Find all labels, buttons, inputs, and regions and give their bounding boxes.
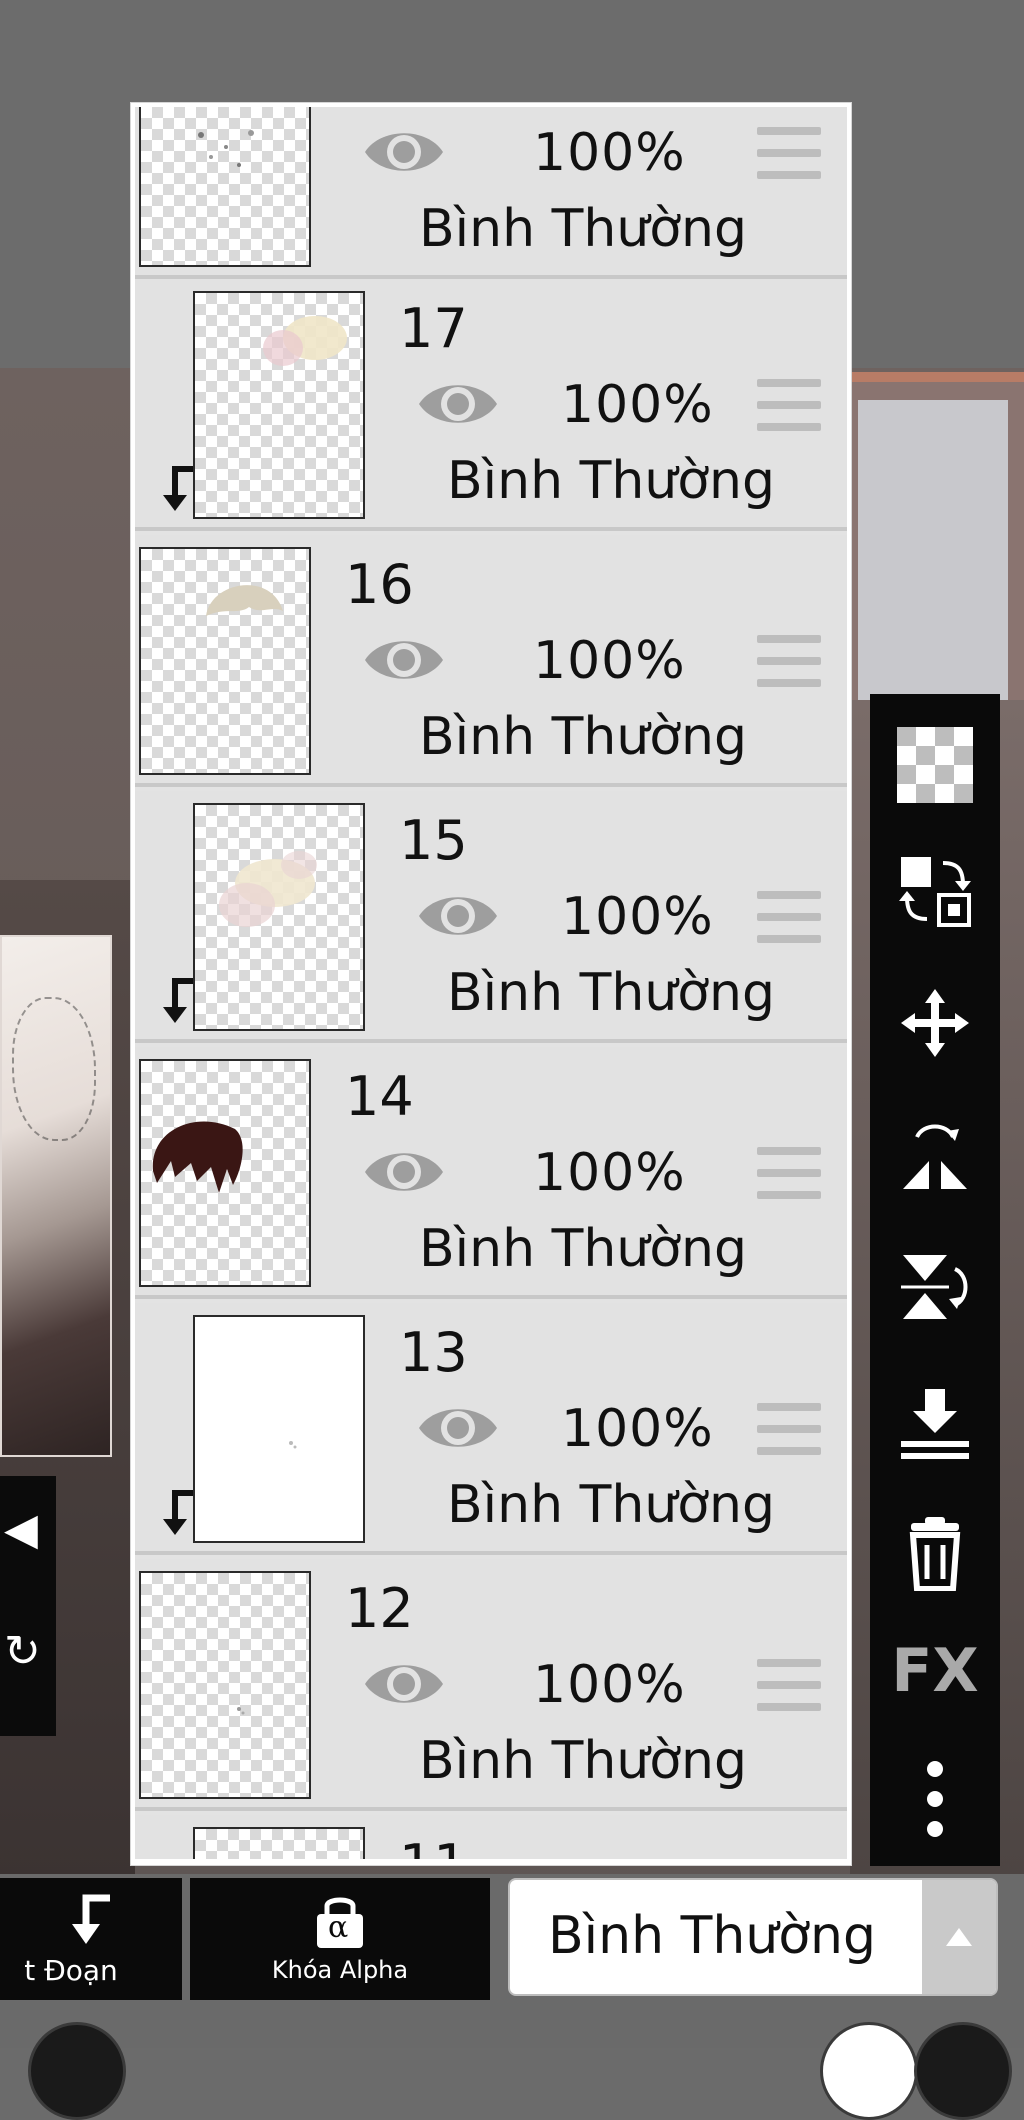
layer-row[interactable]: 15 100% Bình Thường (135, 791, 847, 1043)
layer-number: 14 (345, 1065, 414, 1128)
move-icon[interactable] (890, 978, 980, 1068)
fx-label: FX (891, 1636, 979, 1706)
navigation-button[interactable] (820, 2022, 918, 2120)
layer-number: 12 (345, 1577, 414, 1640)
layer-opacity[interactable]: 100% (533, 631, 686, 691)
visibility-eye-icon[interactable] (415, 887, 501, 945)
swap-layer-icon[interactable] (890, 846, 980, 936)
blend-mode-value: Bình Thường (548, 1906, 877, 1966)
blend-mode-select[interactable]: Bình Thường (508, 1878, 998, 1996)
layer-blend-mode: Bình Thường (419, 707, 748, 767)
checkerboard-icon[interactable] (890, 720, 980, 810)
alpha-lock-icon: α (313, 1894, 367, 1950)
thumbnail-art (289, 1441, 297, 1449)
layer-panel: 100% Bình Thường 17 100% Bình Thường 16 … (130, 102, 852, 1866)
thumbnail-art (219, 851, 317, 927)
layer-thumbnail[interactable] (193, 1315, 365, 1543)
drag-handle-icon[interactable] (757, 379, 821, 433)
canvas-window-panel (858, 400, 1008, 700)
drag-handle-icon[interactable] (757, 127, 821, 181)
thumbnail-art (263, 316, 347, 366)
alpha-lock-label: Khóa Alpha (271, 1956, 409, 1984)
drag-handle-icon[interactable] (757, 1659, 821, 1713)
navigation-button[interactable] (28, 2022, 126, 2120)
layer-row[interactable]: 11 (135, 1815, 847, 1859)
drag-handle-icon[interactable] (757, 1147, 821, 1201)
clipping-label: t Đoạn (24, 1953, 118, 1987)
more-vertical-icon[interactable] (890, 1754, 980, 1844)
layer-row[interactable]: 14 100% Bình Thường (135, 1047, 847, 1299)
layer-blend-mode: Bình Thường (419, 199, 748, 259)
visibility-eye-icon[interactable] (415, 1399, 501, 1457)
layer-thumbnail[interactable] (193, 1827, 365, 1859)
drag-handle-icon[interactable] (757, 891, 821, 945)
layer-list[interactable]: 100% Bình Thường 17 100% Bình Thường 16 … (135, 107, 847, 1859)
merge-down-icon[interactable] (890, 1378, 980, 1468)
layer-opacity[interactable]: 100% (533, 1655, 686, 1715)
layer-number: 15 (399, 809, 468, 872)
thumbnail-art (152, 1121, 243, 1193)
alpha-lock-button[interactable]: α Khóa Alpha (190, 1878, 490, 2000)
layer-number: 17 (399, 297, 468, 360)
layer-opacity[interactable]: 100% (561, 375, 714, 435)
reference-flip-icon[interactable]: ◀ (4, 1504, 38, 1555)
layer-number: 13 (399, 1321, 468, 1384)
reference-tool-strip: ◀ ↻ (0, 1476, 56, 1736)
layer-blend-mode: Bình Thường (447, 963, 776, 1023)
layer-row[interactable]: 16 100% Bình Thường (135, 535, 847, 787)
layer-thumbnail[interactable] (139, 547, 311, 775)
layer-thumbnail[interactable] (139, 1059, 311, 1287)
thumbnail-art (237, 1707, 245, 1715)
navigation-button[interactable] (914, 2022, 1012, 2120)
layer-blend-mode: Bình Thường (419, 1219, 748, 1279)
visibility-eye-icon[interactable] (361, 123, 447, 181)
drag-handle-icon[interactable] (757, 635, 821, 689)
alpha-symbol: α (328, 1910, 349, 1945)
fx-icon[interactable]: FX (890, 1626, 980, 1716)
layer-number: 11 (399, 1833, 468, 1859)
layer-blend-mode: Bình Thường (447, 451, 776, 511)
visibility-eye-icon[interactable] (361, 1143, 447, 1201)
thumbnail-art (198, 130, 254, 167)
drag-handle-icon[interactable] (757, 1403, 821, 1457)
visibility-eye-icon[interactable] (415, 375, 501, 433)
layer-blend-mode: Bình Thường (447, 1475, 776, 1535)
layer-thumbnail[interactable] (139, 1571, 311, 1799)
layer-thumbnail[interactable] (193, 291, 365, 519)
flip-horizontal-icon[interactable] (890, 1108, 980, 1198)
layer-blend-mode: Bình Thường (419, 1731, 748, 1791)
layer-opacity[interactable]: 100% (561, 887, 714, 947)
layer-thumbnail[interactable] (139, 107, 311, 267)
layer-thumbnail[interactable] (193, 803, 365, 1031)
reference-rotate-icon[interactable]: ↻ (4, 1626, 41, 1677)
layer-row[interactable]: 12 100% Bình Thường (135, 1559, 847, 1811)
layer-opacity[interactable]: 100% (561, 1399, 714, 1459)
delete-icon[interactable] (890, 1508, 980, 1598)
layer-row[interactable]: 100% Bình Thường (135, 107, 847, 279)
layer-row[interactable]: 13 100% Bình Thường (135, 1303, 847, 1555)
layer-opacity[interactable]: 100% (533, 1143, 686, 1203)
clipping-arrow-icon (72, 1894, 110, 1944)
layer-row[interactable]: 17 100% Bình Thường (135, 279, 847, 531)
flip-vertical-icon[interactable] (890, 1242, 980, 1332)
clipping-button[interactable]: t Đoạn (0, 1878, 182, 2000)
layer-tools-toolbar: FX (870, 694, 1000, 1866)
thumbnail-art (206, 585, 283, 616)
layer-number: 16 (345, 553, 414, 616)
reference-sketch-lines (12, 997, 96, 1141)
visibility-eye-icon[interactable] (361, 631, 447, 689)
chevron-up-icon[interactable] (922, 1880, 996, 1994)
reference-image-window[interactable] (0, 935, 112, 1457)
layer-opacity[interactable]: 100% (533, 123, 686, 183)
visibility-eye-icon[interactable] (361, 1655, 447, 1713)
